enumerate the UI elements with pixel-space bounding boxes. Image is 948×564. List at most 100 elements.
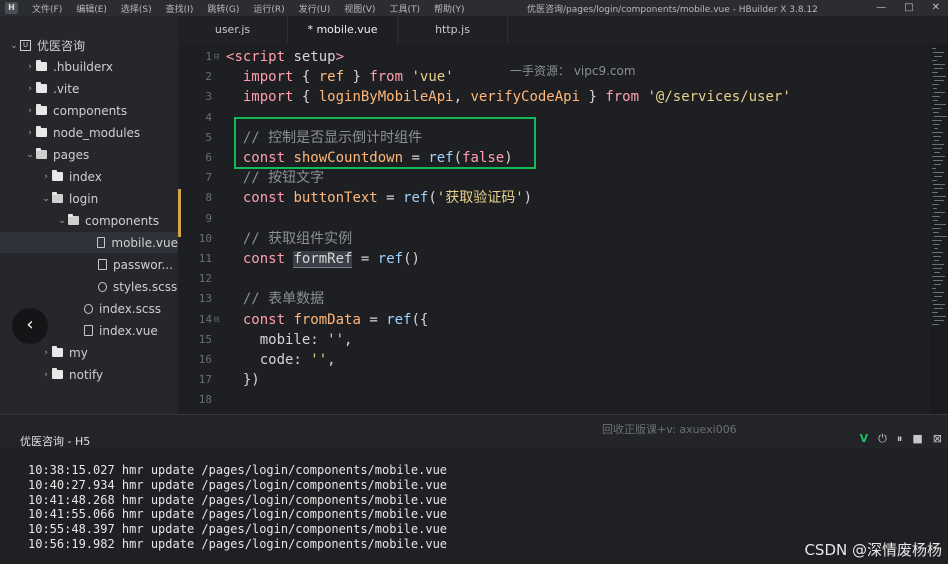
tree-item-label: passwor... — [113, 257, 173, 272]
vue-file-icon — [98, 259, 107, 270]
square-icon[interactable]: ■ — [912, 432, 922, 446]
chevron-right-icon: › — [28, 83, 32, 94]
menu-view[interactable]: 视图(V) — [344, 2, 375, 15]
close-icon[interactable]: ✕ — [932, 2, 940, 13]
minimap-line — [932, 228, 941, 229]
tree-item[interactable]: › .hbuilderx — [0, 56, 178, 77]
minimap-line — [934, 176, 942, 177]
tree-item[interactable]: › notify — [0, 364, 178, 385]
minimap-line — [932, 192, 938, 193]
vue-file-icon — [96, 237, 106, 248]
minimap-line — [934, 224, 946, 225]
code-token: ( — [428, 190, 437, 207]
chevron-down-icon: ⌄ — [26, 149, 34, 160]
minimize-icon[interactable]: — — [876, 2, 886, 13]
code-token: const — [242, 190, 286, 207]
tree-item-label: index.scss — [99, 301, 161, 316]
code-text: const buttonText = ref('获取验证码') — [226, 188, 532, 208]
code-line: 13 // 表单数据 — [178, 289, 930, 309]
minimap-line — [934, 68, 943, 69]
vue-devtools-icon[interactable]: V — [860, 432, 869, 446]
minimap-line — [932, 312, 938, 313]
code-token: { — [293, 89, 319, 106]
line-number: 9 — [205, 211, 212, 225]
line-number: 14 — [198, 312, 212, 326]
tree-item[interactable]: styles.scss — [0, 276, 178, 297]
minimap-line — [932, 168, 936, 169]
minimap-line — [934, 284, 941, 285]
tree-item-label: my — [69, 345, 88, 360]
minimap-line — [934, 92, 945, 93]
tree-item[interactable]: › my — [0, 342, 178, 363]
tree-item[interactable]: › node_modules — [0, 122, 178, 143]
code-token: verifyCodeApi — [470, 89, 581, 106]
project-root[interactable]: ⌄ U 优医咨询 — [0, 35, 178, 56]
code-editor[interactable]: 1 ⊟ <script setup> 2 import { ref } from 'v… — [178, 44, 930, 414]
menu-run[interactable]: 运行(R) — [253, 2, 284, 15]
menu-help[interactable]: 帮助(Y) — [434, 2, 465, 15]
tree-item[interactable]: › components — [0, 100, 178, 121]
tree-item[interactable]: ⌄ components — [0, 210, 178, 231]
stop-icon[interactable]: ⏻ — [878, 432, 887, 446]
line-number: 6 — [205, 151, 212, 164]
tree-item[interactable]: ⌄ login — [0, 188, 178, 209]
tree-item-label: components — [85, 213, 160, 228]
minimap-line — [933, 292, 944, 293]
minimap-line — [933, 208, 937, 209]
tree-item[interactable]: › index — [0, 166, 178, 187]
code-token: ref — [386, 311, 412, 328]
line-number: 11 — [198, 252, 212, 265]
line-number: 7 — [205, 171, 212, 185]
line-number: 10 — [198, 231, 212, 245]
minimap-line — [932, 276, 945, 277]
tree-item-label: index.vue — [99, 323, 158, 338]
menu-goto[interactable]: 跳转(G) — [207, 2, 239, 15]
code-token: '获取验证码' — [436, 190, 524, 207]
chevron-down-icon: ⌄ — [10, 40, 18, 51]
minimap[interactable] — [930, 44, 948, 414]
line-number: 3 — [205, 90, 212, 104]
fold-icon[interactable]: ⊟ — [214, 47, 219, 67]
tree-item[interactable]: mobile.vue — [0, 232, 178, 253]
tab-http-js[interactable]: http.js — [398, 16, 508, 44]
tab-user-js[interactable]: user.js — [178, 16, 288, 44]
hbuilder-logo-icon: H — [5, 2, 18, 14]
minimap-line — [934, 260, 939, 261]
menu-select[interactable]: 选择(S) — [121, 2, 152, 15]
maximize-icon[interactable]: □ — [904, 2, 913, 13]
code-token: ref — [403, 190, 429, 207]
log-line: 10:41:55.066 hmr update /pages/login/com… — [28, 507, 448, 522]
tab-mobile-vue[interactable]: * mobile.vue — [288, 16, 398, 44]
code-line: 15 mobile: '', — [178, 330, 930, 350]
minimap-line — [934, 188, 943, 189]
tree-item[interactable]: ⌄ pages — [0, 144, 178, 165]
minimap-line — [932, 48, 936, 49]
code-text: const fromData = ref({ — [226, 310, 428, 330]
menu-publish[interactable]: 发行(U) — [299, 2, 331, 15]
back-button[interactable]: ‹ — [12, 308, 48, 344]
menu-find[interactable]: 查找(I) — [166, 2, 194, 15]
menu-file[interactable]: 文件(F) — [32, 2, 62, 15]
code-line: 7 // 按钮文字 — [178, 168, 930, 188]
menu-edit[interactable]: 编辑(E) — [76, 2, 107, 15]
code-token: // 获取组件实例 — [226, 230, 353, 247]
fold-icon[interactable]: ⊟ — [214, 310, 219, 330]
tree-item-label: styles.scss — [113, 279, 178, 294]
code-line: 8 const buttonText = ref('获取验证码') — [178, 188, 930, 208]
clear-console-icon[interactable]: ⊠ — [933, 432, 942, 446]
tree-item[interactable]: passwor... — [0, 254, 178, 275]
title-bar: H 文件(F) 编辑(E) 选择(S) 查找(I) 跳转(G) 运行(R) 发行… — [0, 0, 948, 16]
minimap-line — [933, 244, 940, 245]
pause-icon[interactable]: ⏸ — [897, 432, 903, 446]
log-line: 10:40:27.934 hmr update /pages/login/com… — [28, 477, 448, 492]
code-token: mobile: — [226, 331, 328, 348]
menu-tools[interactable]: 工具(T) — [389, 2, 420, 15]
console-tab[interactable]: 优医咨询 - H5 — [20, 433, 90, 449]
tree-item-label: pages — [53, 147, 90, 162]
minimap-line — [934, 164, 941, 165]
tree-item[interactable]: › .vite — [0, 78, 178, 99]
window-title: 优医咨询/pages/login/components/mobile.vue -… — [527, 5, 818, 15]
folder-open-icon — [36, 148, 47, 159]
